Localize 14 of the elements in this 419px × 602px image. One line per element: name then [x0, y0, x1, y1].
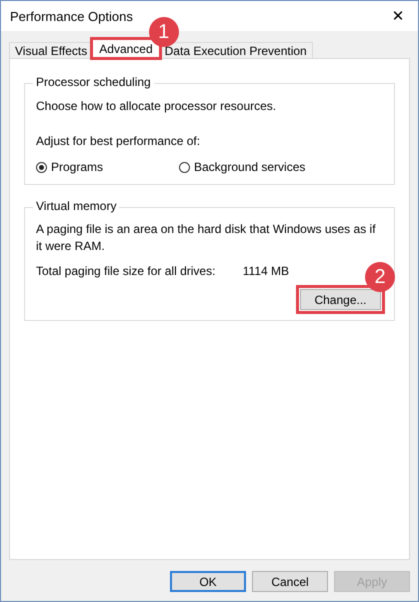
prompt-label: Adjust for best performance of:	[36, 133, 202, 150]
dialog-button[interactable]: OK	[170, 571, 246, 592]
radio-option[interactable]: Programs	[36, 160, 179, 174]
tab[interactable]: Advanced	[92, 39, 160, 58]
radio-option[interactable]: Background services	[179, 160, 322, 174]
window-title: Performance Options	[10, 8, 133, 24]
total-label: Total paging file size for all drives:	[36, 264, 216, 278]
dialog-button[interactable]: Cancel	[252, 571, 328, 592]
total-value: 1114 MB	[242, 264, 289, 278]
callout-badge: 2	[365, 262, 395, 292]
description-text: Choose how to allocate processor resources.	[36, 98, 278, 115]
group-title: Virtual memory	[33, 199, 120, 213]
description-text: A paging file is an area on the hard disk that Windows uses as if it were RAM.	[36, 221, 377, 255]
group-title: Processor scheduling	[33, 75, 154, 89]
